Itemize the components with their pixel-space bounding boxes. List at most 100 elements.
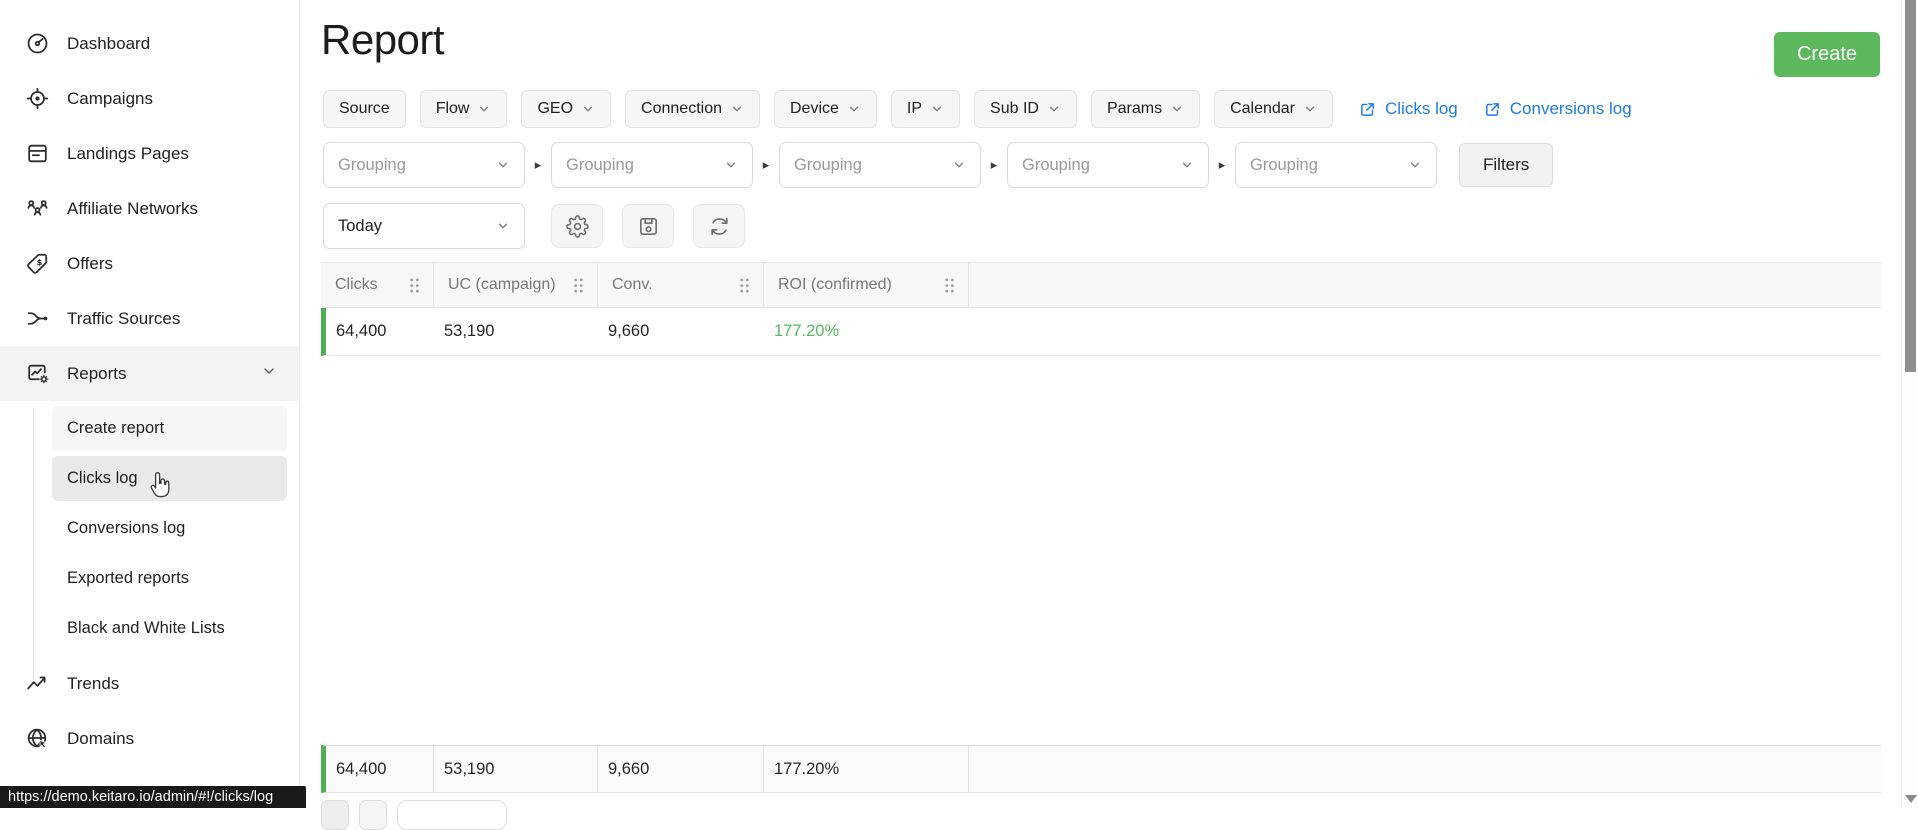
pagination-prev-button[interactable] xyxy=(321,800,349,830)
clicks-log-link[interactable]: Clicks log xyxy=(1359,99,1458,119)
sidebar-item-reports[interactable]: Reports xyxy=(0,346,299,401)
table-header-row: Clicks UC (campaign) Conv. ROI (confirme… xyxy=(321,262,1881,308)
sidebar-item-label: Offers xyxy=(67,254,113,274)
traffic-sources-icon xyxy=(24,306,50,332)
chevron-down-icon xyxy=(847,102,861,116)
sidebar-item-conversions-log[interactable]: Conversions log xyxy=(52,506,287,551)
chip-label: GEO xyxy=(537,100,573,118)
grouping-select-4[interactable]: Grouping xyxy=(1007,142,1209,188)
chevron-down-icon xyxy=(1180,158,1194,172)
chevron-down-icon xyxy=(496,158,510,172)
chevron-down-icon xyxy=(477,102,491,116)
grouping-row: Grouping ▸ Grouping ▸ Grouping ▸ Groupin… xyxy=(323,142,1553,188)
filter-chip-calendar[interactable]: Calendar xyxy=(1214,90,1333,128)
total-uc-campaign: 53,190 xyxy=(434,746,598,792)
total-roi-confirmed: 177.20% xyxy=(764,746,969,792)
report-page: Report Create Source Flow GEO Connection… xyxy=(301,0,1901,808)
sidebar-item-trends[interactable]: Trends xyxy=(0,656,299,711)
scrollbar-down-arrow-icon[interactable] xyxy=(1905,795,1917,803)
create-button[interactable]: Create xyxy=(1774,32,1880,77)
save-report-button[interactable] xyxy=(622,204,674,248)
sidebar-item-dashboard[interactable]: Dashboard xyxy=(0,16,299,71)
grouping-select-5[interactable]: Grouping xyxy=(1235,142,1437,188)
sidebar-item-campaigns[interactable]: Campaigns xyxy=(0,71,299,126)
column-drag-handle-icon[interactable] xyxy=(572,276,585,295)
sidebar-item-label: Traffic Sources xyxy=(67,309,180,329)
scrollbar-thumb[interactable] xyxy=(1905,0,1916,372)
filter-chip-sub-id[interactable]: Sub ID xyxy=(974,90,1077,128)
grouping-placeholder: Grouping xyxy=(794,156,862,175)
page-size-select[interactable] xyxy=(397,800,507,830)
sidebar-item-affiliate-networks[interactable]: Affiliate Networks xyxy=(0,181,299,236)
filter-chip-params[interactable]: Params xyxy=(1091,90,1200,128)
sidebar-item-label: Reports xyxy=(67,364,127,384)
filter-chip-ip[interactable]: IP xyxy=(891,90,960,128)
sidebar-item-create-report[interactable]: Create report xyxy=(52,406,287,451)
grouping-select-1[interactable]: Grouping xyxy=(323,142,525,188)
external-link-icon xyxy=(1359,101,1376,118)
date-range-select[interactable]: Today xyxy=(323,203,525,249)
column-header-empty xyxy=(969,263,1881,307)
sidebar-item-exported-reports[interactable]: Exported reports xyxy=(52,556,287,601)
filter-chip-source[interactable]: Source xyxy=(323,90,406,128)
refresh-icon xyxy=(708,215,731,238)
affiliate-networks-icon xyxy=(24,196,50,222)
campaigns-icon xyxy=(24,86,50,112)
submenu-guide-line xyxy=(33,408,34,680)
grouping-select-3[interactable]: Grouping xyxy=(779,142,981,188)
column-header-conv[interactable]: Conv. xyxy=(598,263,764,307)
column-header-uc-campaign[interactable]: UC (campaign) xyxy=(434,263,598,307)
column-header-clicks[interactable]: Clicks xyxy=(321,263,434,307)
table-totals-row: 64,400 53,190 9,660 177.20% xyxy=(321,745,1881,793)
report-settings-button[interactable] xyxy=(551,204,603,248)
sidebar-item-domains[interactable]: Domains xyxy=(0,711,299,766)
trends-icon xyxy=(24,671,50,697)
sidebar-item-label: Exported reports xyxy=(67,569,189,588)
grouping-separator-icon: ▸ xyxy=(753,157,779,173)
chip-label: Connection xyxy=(641,100,722,118)
grouping-placeholder: Grouping xyxy=(1250,156,1318,175)
chip-label: Device xyxy=(790,100,839,118)
column-label: UC (campaign) xyxy=(448,276,556,294)
total-empty xyxy=(969,746,1881,792)
filter-chip-geo[interactable]: GEO xyxy=(521,90,611,128)
filter-chip-connection[interactable]: Connection xyxy=(625,90,760,128)
column-drag-handle-icon[interactable] xyxy=(943,276,956,295)
sidebar-item-label: Domains xyxy=(67,729,134,749)
pagination xyxy=(321,800,507,830)
sidebar-item-clicks-log[interactable]: Clicks log xyxy=(52,456,287,501)
sidebar-item-landings-pages[interactable]: Landings Pages xyxy=(0,126,299,181)
sidebar-item-label: Conversions log xyxy=(67,519,185,538)
column-header-roi-confirmed[interactable]: ROI (confirmed) xyxy=(764,263,969,307)
cell-roi-confirmed: 177.20% xyxy=(764,322,969,341)
sidebar-item-black-white-lists[interactable]: Black and White Lists xyxy=(52,606,287,651)
report-table: Clicks UC (campaign) Conv. ROI (confirme… xyxy=(321,262,1881,356)
conversions-log-link[interactable]: Conversions log xyxy=(1484,99,1632,119)
table-row[interactable]: 64,400 53,190 9,660 177.20% xyxy=(321,308,1881,356)
column-drag-handle-icon[interactable] xyxy=(738,276,751,295)
grouping-separator-icon: ▸ xyxy=(981,157,1007,173)
chevron-down-icon xyxy=(724,158,738,172)
status-url-tooltip: https://demo.keitaro.io/admin/#!/clicks/… xyxy=(0,786,306,808)
scrollbar[interactable] xyxy=(1901,0,1918,808)
svg-text:$: $ xyxy=(36,257,42,267)
grouping-select-2[interactable]: Grouping xyxy=(551,142,753,188)
filters-button[interactable]: Filters xyxy=(1459,143,1553,187)
sidebar-item-offers[interactable]: $ Offers xyxy=(0,236,299,291)
gear-icon xyxy=(566,215,589,238)
total-conv: 9,660 xyxy=(598,746,764,792)
column-drag-handle-icon[interactable] xyxy=(408,276,421,295)
sidebar-item-traffic-sources[interactable]: Traffic Sources xyxy=(0,291,299,346)
sidebar-item-label: Black and White Lists xyxy=(67,619,225,638)
refresh-button[interactable] xyxy=(693,204,745,248)
page-title: Report xyxy=(321,16,444,64)
chip-label: IP xyxy=(907,100,922,118)
filter-chip-flow[interactable]: Flow xyxy=(420,90,508,128)
grouping-placeholder: Grouping xyxy=(566,156,634,175)
chevron-down-icon xyxy=(261,363,277,384)
chevron-down-icon xyxy=(496,219,510,233)
filter-chip-device[interactable]: Device xyxy=(774,90,877,128)
column-label: Conv. xyxy=(612,276,653,294)
reports-icon xyxy=(24,361,50,387)
pagination-page-button[interactable] xyxy=(359,800,387,830)
